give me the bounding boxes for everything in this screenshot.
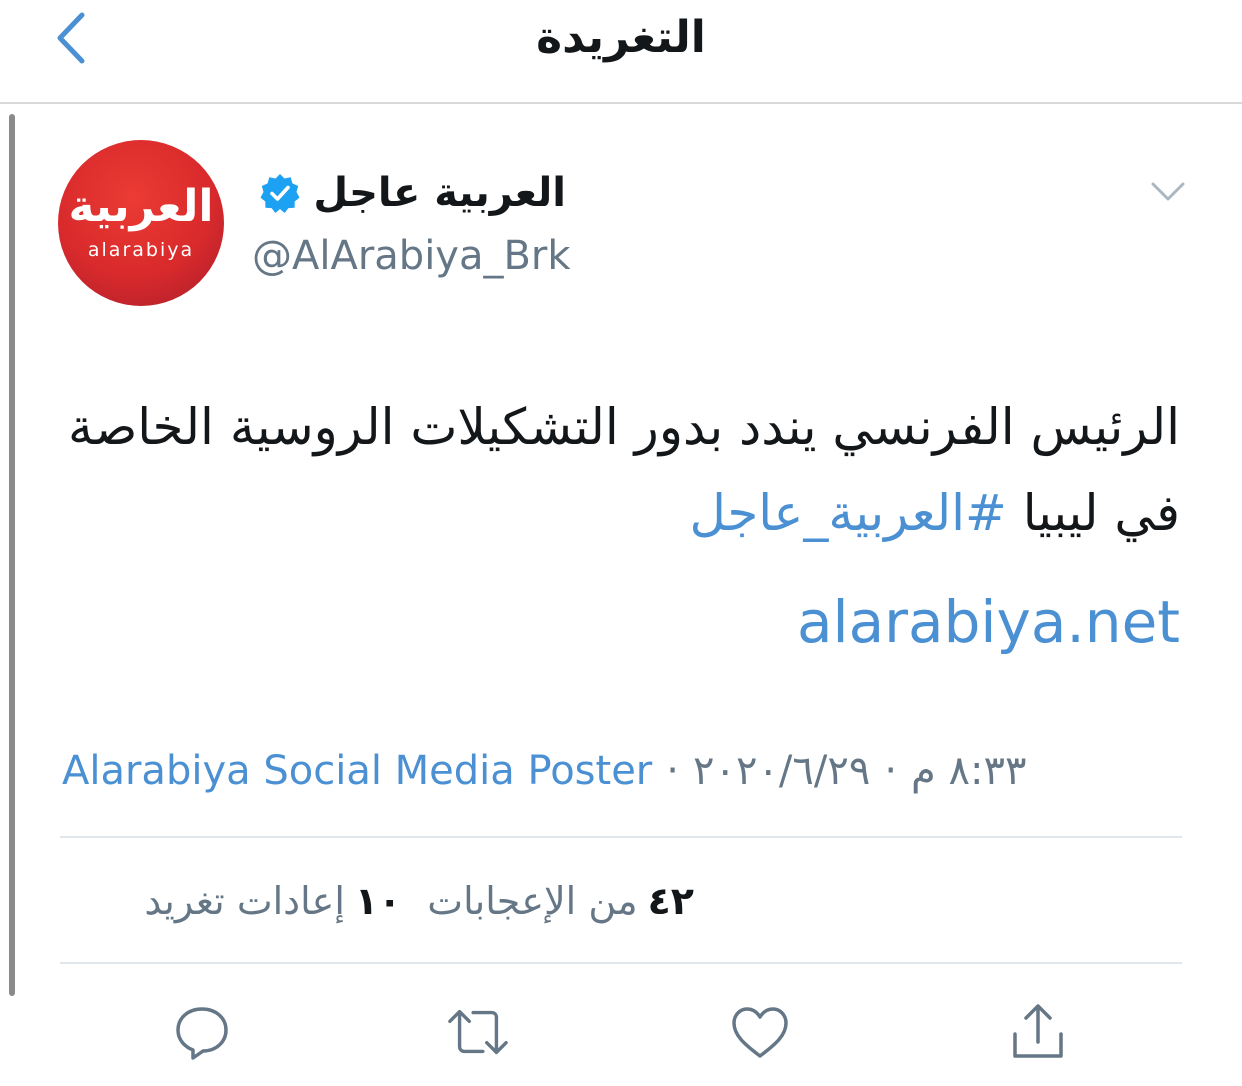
tweet-text: الرئيس الفرنسي يندد بدور التشكيلات الروس…	[60, 384, 1180, 556]
meta-separator: ·	[666, 748, 679, 794]
like-button[interactable]	[728, 1000, 792, 1064]
likes-label: من الإعجابات	[427, 879, 638, 923]
avatar-arabic-logo: العربية	[68, 181, 214, 232]
tweet-body: الرئيس الفرنسي يندد بدور التشكيلات الروس…	[68, 398, 1180, 542]
retweets-label: إعادات تغريد	[144, 879, 345, 923]
chevron-down-icon	[1151, 182, 1185, 201]
meta-separator: ·	[884, 748, 898, 794]
tweet-options-button[interactable]	[1148, 172, 1188, 212]
divider	[60, 962, 1182, 964]
scroll-indicator[interactable]	[9, 114, 15, 996]
reply-icon	[176, 1007, 228, 1060]
tweet-hashtag[interactable]: #العربية_عاجل	[690, 484, 1007, 542]
tweet-meta: Alarabiya Social Media Poster · ٢٠٢٠/٦/٢…	[62, 744, 1026, 798]
likes-count: ٤٢	[647, 879, 694, 923]
author-name-row[interactable]: العربية عاجل	[259, 164, 566, 222]
likes-stat[interactable]: ٤٢ من الإعجابات	[427, 874, 694, 928]
tweet-stats: ٤٢ من الإعجابات ١٠ إعادات تغريد	[144, 874, 694, 928]
nav-header: التغريدة	[0, 0, 1242, 104]
retweet-button[interactable]	[446, 1000, 510, 1064]
share-button[interactable]	[1006, 1000, 1070, 1064]
avatar-latin-logo: alarabiya	[87, 239, 195, 261]
avatar[interactable]: العربية alarabiya	[58, 140, 224, 306]
like-icon	[732, 1007, 788, 1058]
tweet-source[interactable]: Alarabiya Social Media Poster	[62, 744, 652, 798]
tweet-link[interactable]: alarabiya.net	[797, 586, 1180, 658]
tweet-time: ٨:٣٣ م	[911, 748, 1027, 794]
display-name[interactable]: العربية عاجل	[313, 165, 566, 221]
divider	[60, 836, 1182, 838]
retweets-count: ١٠	[354, 879, 402, 923]
retweet-icon	[448, 1009, 508, 1055]
reply-button[interactable]	[170, 1000, 234, 1064]
share-icon	[1013, 1004, 1063, 1058]
page-title: التغريدة	[536, 12, 706, 63]
retweets-stat[interactable]: ١٠ إعادات تغريد	[144, 874, 401, 928]
tweet-date: ٢٠٢٠/٦/٢٩	[692, 748, 871, 794]
user-handle[interactable]: @AlArabiya_Brk	[252, 230, 571, 282]
verified-badge-icon	[260, 174, 300, 213]
tweet-detail-screen: التغريدة العربية alarabiya العربية عاجل …	[0, 0, 1242, 1086]
